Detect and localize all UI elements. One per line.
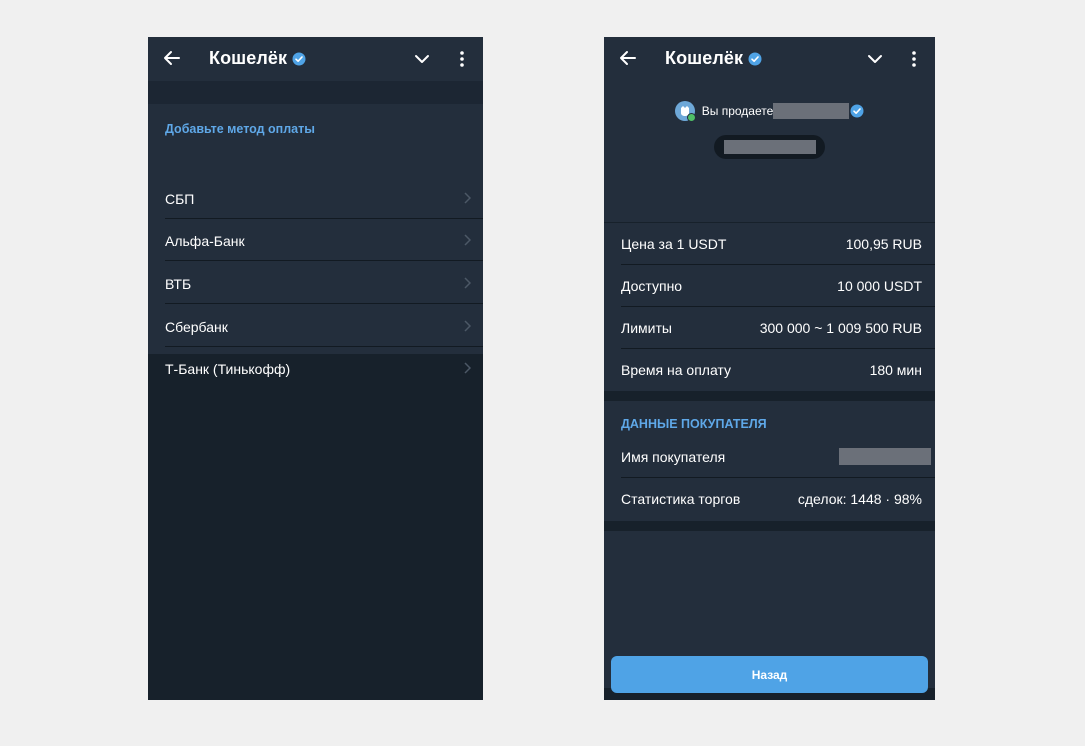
- method-item-sbp[interactable]: СБП: [148, 177, 483, 219]
- more-vertical-icon[interactable]: [459, 50, 465, 68]
- trade-stats-row: Статистика торгов сделок: 1448 · 98%: [604, 478, 935, 520]
- page-title: Кошелёк: [665, 48, 762, 69]
- more-vertical-icon[interactable]: [911, 50, 917, 68]
- seller-card: Вы продаете: [604, 81, 935, 222]
- back-arrow-icon[interactable]: [618, 48, 638, 68]
- detail-value: 300 000 ~ 1 009 500 RUB: [759, 320, 922, 336]
- detail-row-payment-time: Время на оплату 180 мин: [604, 349, 935, 391]
- seller-name-pill[interactable]: [714, 135, 825, 159]
- trade-stats-value: сделок: 1448 · 98%: [797, 491, 922, 507]
- section-title: Добавьте метод оплаты: [165, 122, 315, 136]
- detail-label: Лимиты: [621, 320, 672, 336]
- section-title: ДАННЫЕ ПОКУПАТЕЛЯ: [621, 417, 767, 431]
- wallet-payment-methods-screen: Кошелёк Добавьте метод оплаты СБП Альфа-…: [148, 37, 483, 700]
- method-label: Сбербанк: [165, 319, 228, 335]
- chevron-down-icon[interactable]: [866, 50, 884, 68]
- redacted-seller-handle: [724, 140, 816, 154]
- detail-value: 10 000 USDT: [837, 278, 922, 294]
- method-item-vtb[interactable]: ВТБ: [148, 262, 483, 304]
- page-title: Кошелёк: [209, 48, 306, 69]
- divider: [165, 260, 483, 261]
- buyer-details: ДАННЫЕ ПОКУПАТЕЛЯ Имя покупателя Статист…: [604, 401, 935, 521]
- back-button[interactable]: Назад: [611, 656, 928, 693]
- redacted-buyer-name: [839, 448, 931, 465]
- back-arrow-icon[interactable]: [162, 48, 182, 68]
- detail-label: Цена за 1 USDT: [621, 236, 727, 252]
- page-title-text: Кошелёк: [665, 48, 744, 68]
- order-details: Цена за 1 USDT 100,95 RUB Доступно 10 00…: [604, 223, 935, 391]
- method-item-tbank[interactable]: Т-Банк (Тинькофф): [148, 347, 483, 389]
- chevron-right-icon: [464, 192, 471, 204]
- method-label: ВТБ: [165, 276, 192, 292]
- buyer-name-row: Имя покупателя: [604, 436, 935, 478]
- sell-order-details-screen: Кошелёк Вы продаете Цена за 1 USDT 100,9…: [604, 37, 935, 700]
- method-item-sber[interactable]: Сбербанк: [148, 305, 483, 347]
- seller-line: Вы продаете: [604, 101, 935, 122]
- page-title-text: Кошелёк: [209, 48, 288, 68]
- payment-methods-list: Добавьте метод оплаты СБП Альфа-Банк ВТБ…: [148, 104, 483, 377]
- online-indicator: [686, 113, 696, 122]
- method-item-alfa[interactable]: Альфа-Банк: [148, 219, 483, 261]
- redacted-seller-name: [773, 103, 850, 119]
- seller-text: Вы продаете: [701, 104, 774, 118]
- divider: [165, 303, 483, 304]
- chevron-right-icon: [464, 234, 471, 246]
- detail-value: 180 мин: [869, 362, 922, 378]
- verified-badge-icon: [850, 104, 864, 118]
- buyer-name-label: Имя покупателя: [621, 449, 726, 465]
- verified-badge-icon: [292, 52, 306, 65]
- verified-badge-icon: [748, 52, 762, 65]
- top-bar: Кошелёк: [148, 37, 483, 81]
- method-label: Т-Банк (Тинькофф): [165, 361, 291, 377]
- trade-stats-label: Статистика торгов: [621, 491, 741, 507]
- spacer: [148, 81, 483, 104]
- chevron-right-icon: [464, 320, 471, 332]
- chevron-right-icon: [464, 362, 471, 374]
- method-label: Альфа-Банк: [165, 233, 245, 249]
- avatar-icon: [674, 101, 696, 122]
- detail-row-limits: Лимиты 300 000 ~ 1 009 500 RUB: [604, 307, 935, 349]
- chevron-down-icon[interactable]: [413, 50, 431, 68]
- top-bar: Кошелёк: [604, 37, 935, 81]
- detail-label: Доступно: [621, 278, 683, 294]
- detail-row-available: Доступно 10 000 USDT: [604, 265, 935, 307]
- detail-label: Время на оплату: [621, 362, 731, 378]
- detail-value: 100,95 RUB: [845, 236, 922, 252]
- method-label: СБП: [165, 191, 195, 207]
- detail-row-price: Цена за 1 USDT 100,95 RUB: [604, 223, 935, 265]
- chevron-right-icon: [464, 277, 471, 289]
